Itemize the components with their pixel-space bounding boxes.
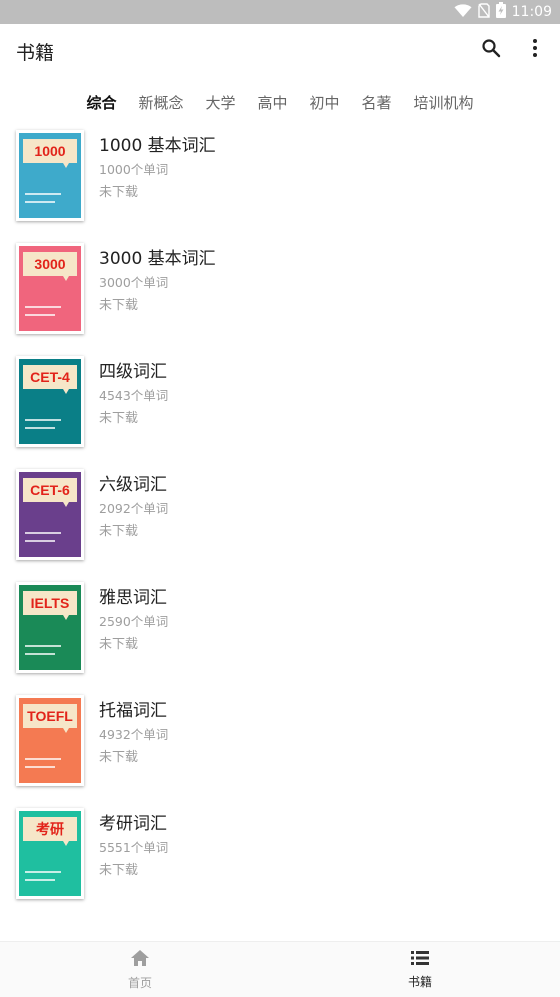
cover-decoration (25, 766, 55, 768)
download-status: 未下载 (99, 863, 139, 878)
no-sim-icon (477, 2, 490, 22)
tab-3[interactable]: 高中 (246, 92, 298, 113)
cover-decoration (25, 419, 61, 421)
book-cover[interactable]: TOEFL (16, 695, 84, 786)
word-count: 5551个单词 (99, 840, 169, 855)
book-title: 1000 基本词汇 (99, 136, 216, 156)
book-cover[interactable]: 考研 (16, 808, 84, 899)
list-item[interactable]: 3000 3000 基本词汇 3000个单词 未下载 (0, 240, 560, 353)
word-count: 4932个单词 (99, 727, 169, 742)
book-cover-art: 3000 (19, 246, 81, 331)
word-count: 2092个单词 (99, 501, 169, 516)
download-status: 未下载 (99, 637, 139, 652)
book-cover-art: CET-6 (19, 472, 81, 557)
book-cover[interactable]: 1000 (16, 130, 84, 221)
cover-decoration (25, 193, 61, 195)
status-time: 11:09 (511, 4, 552, 20)
more-options-button[interactable] (520, 35, 550, 65)
download-status: 未下载 (99, 298, 139, 313)
book-list: 1000 1000 基本词汇 1000个单词 未下载 3000 3000 基本词汇 3000… (0, 127, 560, 918)
download-status: 未下载 (99, 524, 139, 539)
list-item[interactable]: TOEFL 托福词汇 4932个单词 未下载 (0, 692, 560, 805)
book-cover-label: CET-4 (23, 365, 77, 394)
tab-6[interactable]: 培训机构 (403, 92, 485, 113)
cover-decoration (25, 306, 61, 308)
cover-decoration (25, 758, 61, 760)
book-title: 托福词汇 (99, 701, 167, 721)
list-item[interactable]: CET-6 六级词汇 2092个单词 未下载 (0, 466, 560, 579)
book-cover-label: TOEFL (23, 704, 77, 733)
download-status: 未下载 (99, 185, 139, 200)
download-status: 未下载 (99, 750, 139, 765)
cover-decoration (25, 871, 61, 873)
cover-decoration (25, 653, 55, 655)
book-cover-label: 1000 (23, 139, 77, 168)
book-title: 3000 基本词汇 (99, 249, 216, 269)
cover-decoration (25, 532, 61, 534)
word-count: 3000个单词 (99, 275, 169, 290)
list-icon[interactable] (410, 950, 430, 970)
status-icons: 11:09 (454, 0, 552, 24)
search-button[interactable] (476, 35, 506, 65)
cover-decoration (25, 540, 55, 542)
word-count: 1000个单词 (99, 162, 169, 177)
book-cover-label: 考研 (23, 817, 77, 846)
bottom-navigation: 首页 书籍 (0, 941, 560, 997)
book-title: 考研词汇 (99, 814, 167, 834)
book-cover-label: CET-6 (23, 478, 77, 507)
search-icon[interactable] (481, 38, 501, 62)
nav-label: 首页 (127, 975, 152, 990)
cover-decoration (25, 201, 55, 203)
status-bar: 11:09 (0, 0, 560, 24)
book-cover-art: IELTS (19, 585, 81, 670)
page-title: 书籍 (16, 42, 55, 64)
book-cover[interactable]: CET-4 (16, 356, 84, 447)
category-tabs: 综合 新概念 大学 高中 初中 名著 培训机构 (0, 80, 560, 124)
book-cover[interactable]: IELTS (16, 582, 84, 673)
nav-item-home[interactable]: 首页 (0, 942, 280, 997)
battery-charging-icon (495, 2, 506, 22)
nav-item-books[interactable]: 书籍 (280, 942, 560, 997)
tab-2[interactable]: 大学 (194, 92, 246, 113)
nav-label: 书籍 (407, 974, 432, 989)
cover-decoration (25, 427, 55, 429)
list-item[interactable]: IELTS 雅思词汇 2590个单词 未下载 (0, 579, 560, 692)
book-cover-art: TOEFL (19, 698, 81, 783)
book-cover-art: 1000 (19, 133, 81, 218)
cover-decoration (25, 314, 55, 316)
book-title: 六级词汇 (99, 475, 167, 495)
book-cover-art: CET-4 (19, 359, 81, 444)
tab-4[interactable]: 初中 (299, 92, 351, 113)
word-count: 4543个单词 (99, 388, 169, 403)
download-status: 未下载 (99, 411, 139, 426)
book-cover-label: 3000 (23, 252, 77, 281)
app-bar: 书籍 (0, 24, 560, 78)
book-cover-label: IELTS (23, 591, 77, 620)
list-item[interactable]: CET-4 四级词汇 4543个单词 未下载 (0, 353, 560, 466)
tab-1[interactable]: 新概念 (127, 92, 194, 113)
wifi-icon (454, 3, 472, 22)
list-item[interactable]: 1000 1000 基本词汇 1000个单词 未下载 (0, 127, 560, 240)
list-item[interactable]: 考研 考研词汇 5551个单词 未下载 (0, 805, 560, 918)
more-vert-icon[interactable] (532, 38, 538, 62)
home-icon[interactable] (130, 949, 150, 971)
book-cover-art: 考研 (19, 811, 81, 896)
word-count: 2590个单词 (99, 614, 169, 629)
book-cover[interactable]: CET-6 (16, 469, 84, 560)
book-title: 雅思词汇 (99, 588, 167, 608)
tab-5[interactable]: 名著 (351, 92, 403, 113)
book-title: 四级词汇 (99, 362, 167, 382)
tab-0[interactable]: 综合 (75, 92, 127, 113)
book-cover[interactable]: 3000 (16, 243, 84, 334)
cover-decoration (25, 645, 61, 647)
cover-decoration (25, 879, 55, 881)
